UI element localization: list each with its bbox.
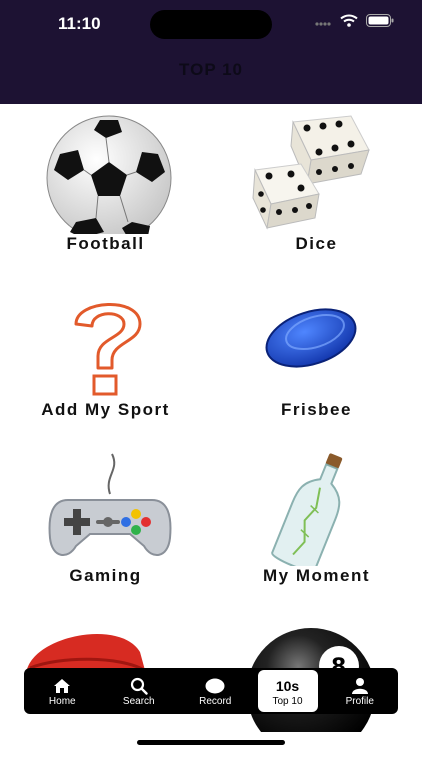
item-label: Frisbee bbox=[281, 400, 352, 419]
profile-icon bbox=[351, 676, 369, 696]
grid-item-dice[interactable]: Dice bbox=[211, 104, 422, 270]
signal-icon bbox=[314, 14, 332, 32]
home-indicator bbox=[137, 740, 285, 745]
search-icon bbox=[130, 676, 148, 696]
tab-profile[interactable]: Profile bbox=[322, 670, 399, 712]
item-label: Add My Sport bbox=[41, 400, 170, 419]
tab-label: Home bbox=[48, 695, 76, 707]
tab-search[interactable]: Search bbox=[101, 670, 178, 712]
battery-icon bbox=[366, 14, 394, 32]
tab-label: Top 10 bbox=[272, 695, 303, 707]
status-time: 11:10 bbox=[58, 14, 101, 33]
grid-item-gaming[interactable]: Gaming bbox=[0, 436, 211, 602]
dice-icon bbox=[211, 114, 422, 234]
gamepad-icon bbox=[0, 446, 211, 566]
item-label: Football bbox=[66, 234, 145, 253]
frisbee-icon bbox=[211, 280, 422, 400]
message-bottle-icon bbox=[211, 446, 422, 572]
item-label: Gaming bbox=[69, 566, 142, 585]
wifi-icon bbox=[340, 14, 358, 32]
item-label: Dice bbox=[295, 234, 338, 253]
header-bar: 11:10 TOP 10 bbox=[0, 0, 422, 104]
grid-item-frisbee[interactable]: Frisbee bbox=[211, 270, 422, 436]
tab-label: Search bbox=[122, 695, 155, 707]
soccer-ball-icon bbox=[0, 114, 211, 241]
tab-record[interactable]: Record bbox=[177, 670, 254, 712]
tab-top-10[interactable]: 10s Top 10 bbox=[257, 670, 318, 712]
grid-item-football[interactable]: Football bbox=[0, 104, 211, 270]
status-icons bbox=[314, 14, 394, 32]
page-title: TOP 10 bbox=[179, 60, 243, 79]
question-mark-icon bbox=[0, 280, 211, 400]
grid-item-add-my-sport[interactable]: Add My Sport bbox=[0, 270, 211, 436]
record-icon bbox=[205, 676, 225, 696]
dynamic-island bbox=[150, 10, 272, 39]
item-label: My Moment bbox=[263, 566, 370, 585]
tab-home[interactable]: Home bbox=[24, 670, 101, 712]
top10-icon: 10s bbox=[275, 677, 300, 694]
tab-label: Record bbox=[199, 695, 232, 707]
tab-bar: Home Search Record 10s Top 10 Profile bbox=[24, 668, 398, 714]
home-icon bbox=[53, 676, 71, 696]
tab-label: Profile bbox=[345, 695, 374, 707]
grid-item-my-moment[interactable]: My Moment bbox=[211, 436, 422, 602]
